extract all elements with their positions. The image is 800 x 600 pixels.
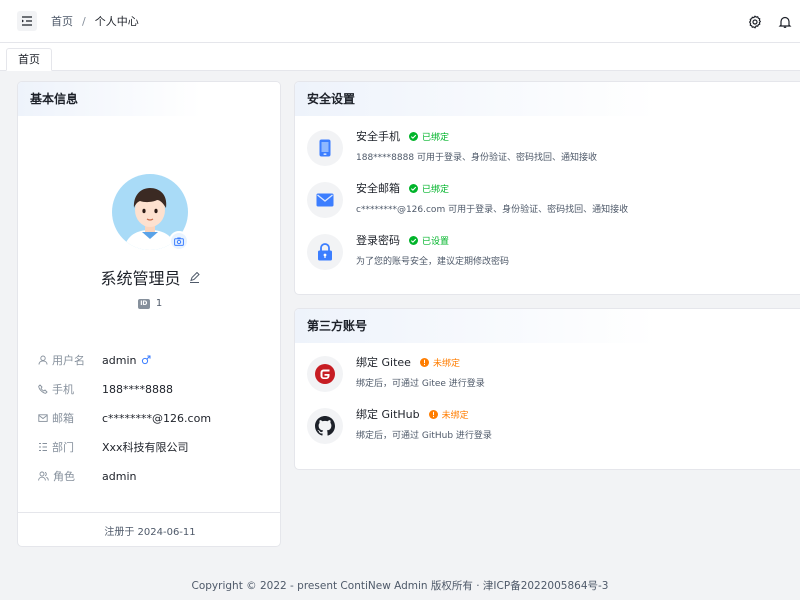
- user-id-row: ID 1: [18, 298, 280, 309]
- check-circle-icon: [409, 235, 418, 245]
- security-item-phone[interactable]: 安全手机 已绑定 188****8888 可用于登录、身份验证、密码找回、通知接…: [307, 128, 787, 168]
- basic-info-card: 基本信息 系统管理员 ID 1 用户名 admin 手机 188****8888…: [17, 81, 281, 547]
- lock-icon: [307, 234, 343, 270]
- male-icon: [141, 355, 151, 365]
- breadcrumb: 首页 / 个人中心: [51, 13, 139, 29]
- info-label-email: 邮箱: [38, 410, 102, 426]
- department-icon: [39, 443, 47, 451]
- envelope-icon: [307, 182, 343, 218]
- camera-icon[interactable]: [169, 231, 189, 251]
- security-settings-title: 安全设置: [295, 82, 800, 116]
- third-item-gitee-title-row: 绑定 Gitee 未绑定: [356, 354, 460, 370]
- menu-fold-icon[interactable]: [17, 11, 37, 31]
- gitee-icon: [307, 356, 343, 392]
- security-item-email-title: 安全邮箱: [356, 182, 400, 195]
- status-unbound-gitee: 未绑定: [419, 356, 460, 369]
- info-value-role: admin: [102, 469, 137, 483]
- security-item-password-title: 登录密码: [356, 234, 400, 247]
- info-row-role: 角色 admin: [38, 467, 278, 485]
- third-party-title: 第三方账号: [295, 309, 800, 343]
- security-item-password-title-row: 登录密码 已设置: [356, 232, 449, 248]
- third-item-github[interactable]: 绑定 GitHub 未绑定 绑定后，可通过 GitHub 进行登录: [307, 406, 787, 446]
- third-item-github-title: 绑定 GitHub: [356, 408, 420, 421]
- user-icon: [38, 355, 48, 365]
- info-label-department: 部门: [38, 439, 102, 455]
- id-badge-icon: ID: [137, 298, 150, 309]
- check-circle-icon: [409, 131, 418, 141]
- info-value-email: c********@126.com: [102, 411, 212, 425]
- registered-date: 注册于 2024-06-11: [18, 512, 280, 546]
- info-label-phone: 手机: [38, 381, 102, 397]
- avatar-wrapper: [112, 174, 189, 251]
- basic-info-title: 基本信息: [18, 82, 280, 116]
- bell-icon[interactable]: [770, 15, 800, 29]
- security-item-email-desc: c********@126.com 可用于登录、身份验证、密码找回、通知接收: [356, 205, 629, 215]
- info-label-username: 用户名: [38, 352, 102, 368]
- user-display-name: 系统管理员: [100, 269, 181, 288]
- check-circle-icon: [409, 183, 418, 193]
- security-item-password-desc: 为了您的账号安全，建议定期修改密码: [356, 257, 510, 267]
- info-value-username: admin: [102, 354, 151, 367]
- status-set-password: 已设置: [409, 234, 449, 247]
- security-item-phone-title-row: 安全手机 已绑定: [356, 128, 449, 144]
- security-item-email[interactable]: 安全邮箱 已绑定 c********@126.com 可用于登录、身份验证、密码…: [307, 180, 787, 220]
- edit-icon[interactable]: [189, 271, 200, 283]
- breadcrumb-separator: /: [82, 14, 86, 28]
- status-bound-email: 已绑定: [409, 182, 449, 195]
- info-row-username: 用户名 admin: [38, 351, 278, 369]
- third-item-gitee-title: 绑定 Gitee: [356, 356, 411, 369]
- third-item-gitee-desc: 绑定后，可通过 Gitee 进行登录: [356, 379, 485, 389]
- security-item-phone-title: 安全手机: [356, 130, 400, 143]
- github-icon: [307, 408, 343, 444]
- breadcrumb-current: 个人中心: [94, 15, 139, 28]
- info-row-department: 部门 Xxx科技有限公司: [38, 438, 278, 456]
- warning-circle-icon: [419, 357, 429, 367]
- info-row-phone: 手机 188****8888: [38, 380, 278, 398]
- tab-home[interactable]: 首页: [6, 48, 52, 71]
- status-unbound-github: 未绑定: [428, 408, 469, 421]
- role-icon: [38, 471, 49, 481]
- breadcrumb-home[interactable]: 首页: [51, 13, 73, 29]
- third-party-card: 第三方账号 绑定 Gitee 未绑定 绑定后，可通过 Gitee 进行登录 绑定…: [294, 308, 800, 470]
- settings-icon[interactable]: [740, 14, 770, 29]
- header-actions: [740, 0, 800, 43]
- page-footer: Copyright © 2022 - present ContiNew Admi…: [191, 579, 609, 592]
- tab-bar: 首页: [0, 43, 800, 71]
- warning-circle-icon: [428, 409, 438, 419]
- info-value-department: Xxx科技有限公司: [102, 441, 189, 454]
- user-name-row: 系统管理员: [18, 265, 280, 289]
- status-bound-phone: 已绑定: [409, 130, 449, 143]
- security-item-password[interactable]: 登录密码 已设置 为了您的账号安全，建议定期修改密码: [307, 232, 787, 272]
- phone-icon: [38, 384, 48, 394]
- user-id-value: 1: [155, 298, 163, 309]
- security-settings-card: 安全设置 安全手机 已绑定 188****8888 可用于登录、身份验证、密码找…: [294, 81, 800, 295]
- phone-device-icon: [307, 130, 343, 166]
- third-item-github-title-row: 绑定 GitHub 未绑定: [356, 406, 469, 422]
- third-item-github-desc: 绑定后，可通过 GitHub 进行登录: [356, 431, 492, 441]
- third-item-gitee[interactable]: 绑定 Gitee 未绑定 绑定后，可通过 Gitee 进行登录: [307, 354, 787, 394]
- top-header: 首页 / 个人中心: [0, 0, 800, 43]
- mail-icon: [38, 414, 48, 422]
- security-item-email-title-row: 安全邮箱 已绑定: [356, 180, 449, 196]
- security-item-phone-desc: 188****8888 可用于登录、身份验证、密码找回、通知接收: [356, 153, 597, 163]
- info-value-phone: 188****8888: [102, 382, 173, 396]
- info-label-role: 角色: [38, 468, 102, 484]
- info-row-email: 邮箱 c********@126.com: [38, 409, 278, 427]
